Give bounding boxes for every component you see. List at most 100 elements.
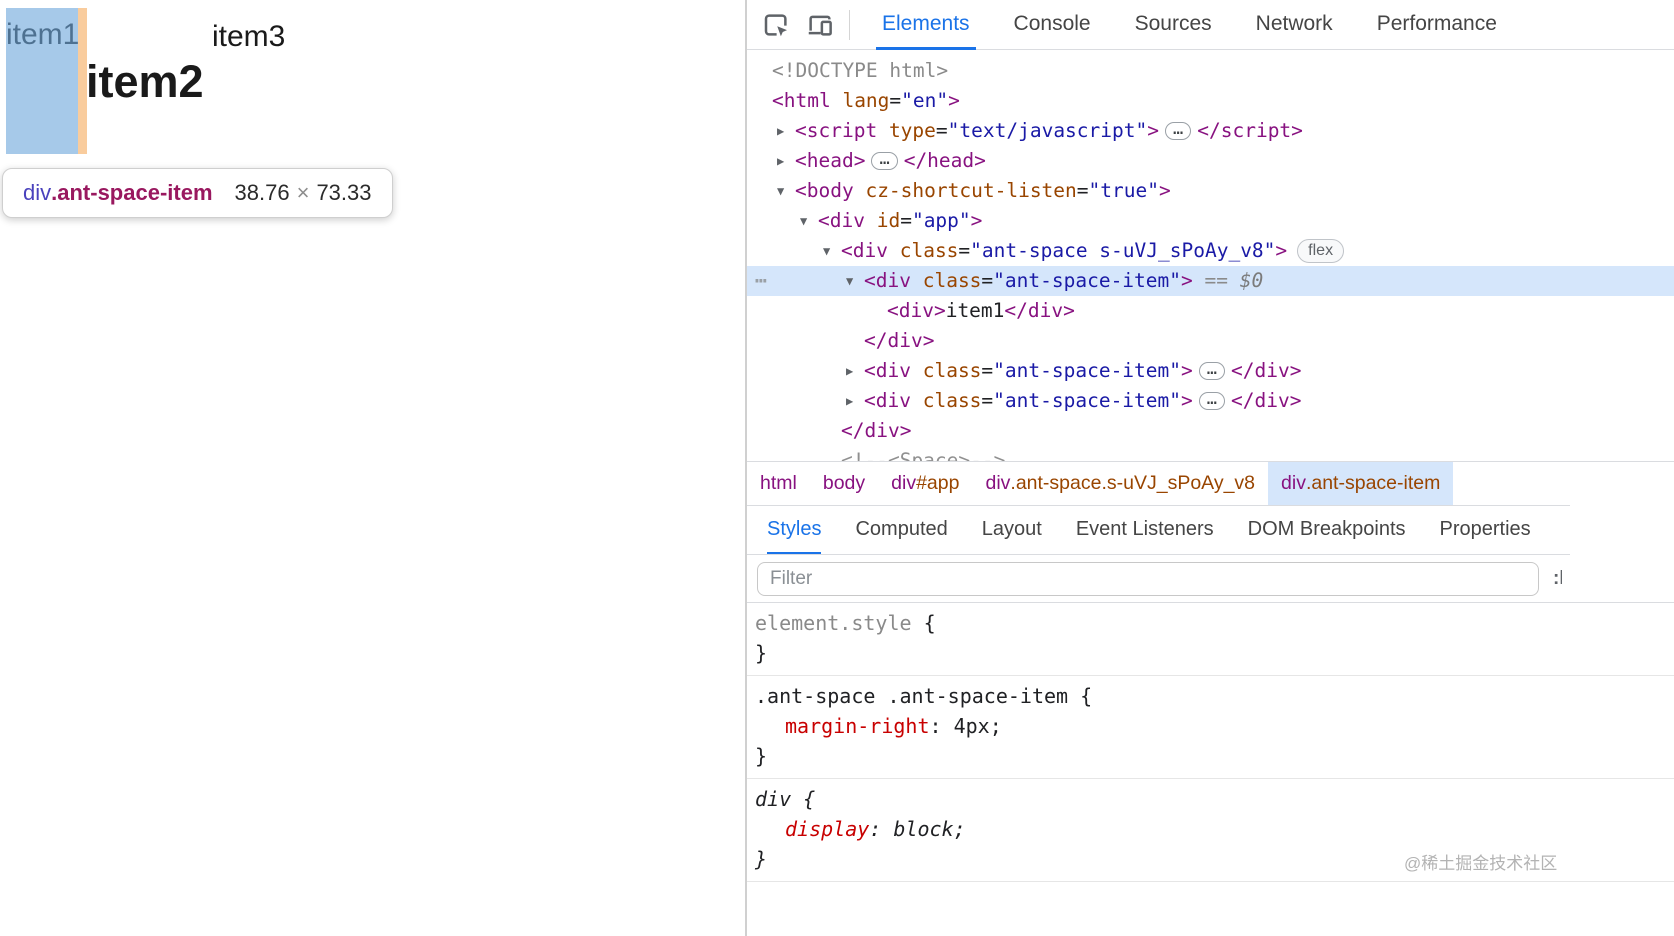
tree-line[interactable]: ▶<div class="ant-space-item">…</div>: [747, 356, 1674, 386]
tree-line[interactable]: </div>: [747, 326, 1674, 356]
sidebar-tab-properties[interactable]: Properties: [1440, 505, 1531, 555]
device-toolbar-button[interactable]: [803, 6, 837, 44]
code-token: </div>: [841, 419, 911, 442]
code-token: =: [958, 239, 970, 262]
styles-filter-input[interactable]: [757, 562, 1539, 596]
code-token: [865, 209, 877, 232]
tree-line[interactable]: ▼<div class="ant-space s-uVJ_sPoAy_v8">f…: [747, 236, 1674, 266]
page-text-item2: item2: [86, 56, 204, 108]
tree-line[interactable]: </div>: [747, 416, 1674, 446]
rendered-page: item1 item2 item3 div.ant-space-item 38.…: [0, 0, 745, 936]
breadcrumb-item[interactable]: div.ant-space-item: [1268, 462, 1453, 505]
tree-line[interactable]: <div>item1</div>: [747, 296, 1674, 326]
css-property-name: margin-right: [785, 714, 930, 738]
code-token: ==: [1193, 269, 1240, 292]
code-token: "en": [901, 89, 948, 112]
crumb-tag: div: [985, 472, 1010, 495]
breadcrumb-item[interactable]: html: [747, 462, 810, 505]
expand-arrow-icon[interactable]: ▶: [777, 146, 784, 176]
code-token: <div: [864, 269, 911, 292]
code-token: =: [1077, 179, 1089, 202]
code-token: </div>: [1004, 299, 1074, 322]
inspect-highlight-content: [6, 8, 78, 154]
tab-console[interactable]: Console: [1008, 0, 1097, 50]
code-token: </div>: [1231, 389, 1301, 412]
collapse-arrow-icon[interactable]: ▼: [800, 206, 807, 236]
breadcrumb-item[interactable]: div#app: [878, 462, 972, 505]
collapsed-ellipsis-icon[interactable]: …: [1199, 362, 1225, 380]
devtools-tab-strip: Elements Console Sources Network Performance: [860, 0, 1519, 50]
code-token: :: [869, 817, 893, 841]
hov-toggle-partial[interactable]: :hov: [1553, 566, 1562, 592]
more-actions-icon[interactable]: ⋯: [755, 266, 768, 296]
sidebar-tab-dom-breakpoints[interactable]: DOM Breakpoints: [1248, 505, 1406, 555]
code-token: =: [936, 119, 948, 142]
tree-line[interactable]: ▶<head>…</head>: [747, 146, 1674, 176]
code-token: $0: [1240, 269, 1263, 292]
tree-line[interactable]: ▶<script type="text/javascript">…</scrip…: [747, 116, 1674, 146]
sidebar-tab-styles[interactable]: Styles: [767, 505, 821, 555]
tree-line[interactable]: ▼<body cz-shortcut-listen="true">: [747, 176, 1674, 206]
crumb-suffix: .ant-space-item: [1306, 472, 1440, 495]
code-token: "text/javascript": [948, 119, 1148, 142]
code-token: lang: [842, 89, 889, 112]
tree-line[interactable]: <html lang="en">: [747, 86, 1674, 116]
devtools-panel: Elements Console Sources Network Performance…: [745, 0, 1674, 936]
style-rules: element.style {} .ant-space .ant-space-it…: [747, 603, 1674, 882]
code-token: class: [900, 239, 959, 262]
code-token: <head>: [795, 149, 865, 172]
collapse-arrow-icon[interactable]: ▼: [777, 176, 784, 206]
code-token: <!DOCTYPE html>: [772, 59, 948, 82]
inspect-cursor-icon: [761, 10, 791, 40]
collapse-arrow-icon[interactable]: ▼: [846, 266, 853, 296]
code-token: [877, 119, 889, 142]
sidebar-tab-event-listeners[interactable]: Event Listeners: [1076, 505, 1214, 555]
tree-line[interactable]: ▶<div class="ant-space-item">…</div>: [747, 386, 1674, 416]
collapse-arrow-icon[interactable]: ▼: [823, 236, 830, 266]
expand-arrow-icon[interactable]: ▶: [846, 356, 853, 386]
inspect-element-button[interactable]: [759, 6, 793, 44]
sidebar-tab-layout[interactable]: Layout: [982, 505, 1042, 555]
flex-badge[interactable]: flex: [1297, 239, 1344, 263]
code-token: cz-shortcut-listen: [865, 179, 1076, 202]
tree-line[interactable]: <!DOCTYPE html>: [747, 56, 1674, 86]
code-token: type: [889, 119, 936, 142]
tab-network[interactable]: Network: [1250, 0, 1339, 50]
code-token: class: [923, 359, 982, 382]
collapsed-ellipsis-icon[interactable]: …: [871, 152, 897, 170]
device-toolbar-icon: [805, 10, 835, 40]
code-token: >: [1181, 359, 1193, 382]
code-token: <div: [864, 359, 911, 382]
code-token: {: [912, 611, 936, 635]
code-token: <div: [841, 239, 888, 262]
crumb-tag: div: [1281, 472, 1306, 495]
code-token: "ant-space-item": [993, 269, 1181, 292]
tree-line[interactable]: <!--<Space>-->: [747, 446, 1674, 461]
sidebar-tab-computed[interactable]: Computed: [855, 505, 947, 555]
code-token: ;: [990, 714, 1002, 738]
code-token: "true": [1089, 179, 1159, 202]
tab-performance[interactable]: Performance: [1371, 0, 1503, 50]
code-token: >: [1181, 269, 1193, 292]
css-declaration[interactable]: display: block;: [755, 814, 1674, 844]
code-token: >: [1181, 389, 1193, 412]
code-token: </div>: [864, 329, 934, 352]
rule-selector[interactable]: div {: [755, 784, 1674, 814]
rule-selector[interactable]: .ant-space .ant-space-item {: [755, 681, 1674, 711]
collapsed-ellipsis-icon[interactable]: …: [1199, 392, 1225, 410]
expand-arrow-icon[interactable]: ▶: [846, 386, 853, 416]
tab-elements[interactable]: Elements: [876, 0, 976, 50]
tab-sources[interactable]: Sources: [1129, 0, 1218, 50]
collapsed-ellipsis-icon[interactable]: …: [1165, 122, 1191, 140]
rule-close-brace: }: [755, 741, 1674, 771]
breadcrumb-item[interactable]: div.ant-space.s-uVJ_sPoAy_v8: [972, 462, 1268, 505]
tree-line[interactable]: ⋯▼<div class="ant-space-item"> == $0: [747, 266, 1674, 296]
breadcrumb-item[interactable]: body: [810, 462, 878, 505]
dom-tree: <!DOCTYPE html> <html lang="en">▶<script …: [747, 50, 1674, 461]
expand-arrow-icon[interactable]: ▶: [777, 116, 784, 146]
tree-line[interactable]: ▼<div id="app">: [747, 206, 1674, 236]
rule-selector[interactable]: element.style {: [755, 608, 1674, 638]
code-token: :: [930, 714, 954, 738]
css-declaration[interactable]: margin-right: 4px;: [755, 711, 1674, 741]
code-token: >: [948, 89, 960, 112]
